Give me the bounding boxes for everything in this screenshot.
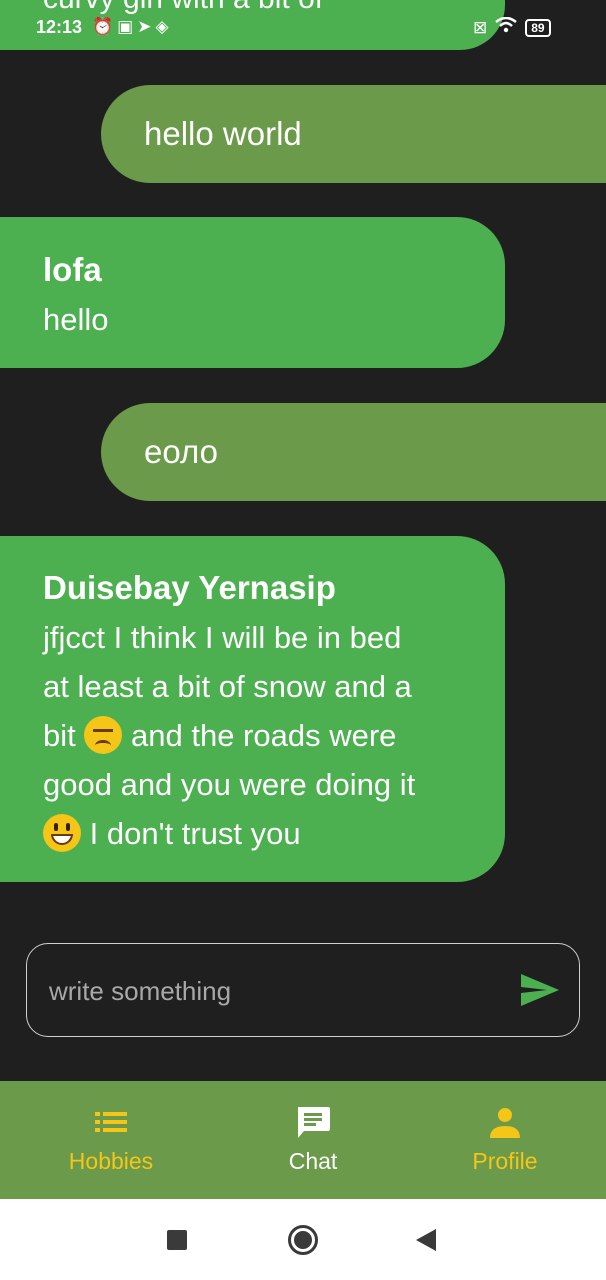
message-bubble-incoming: Duisebay Yernasip jfjcct I think I will … <box>0 536 505 882</box>
message-composer <box>26 943 580 1038</box>
app-notification-icon: ▣ <box>117 17 138 36</box>
bottom-navigation: Hobbies Chat Profile <box>0 1081 606 1199</box>
message-line: jfjcct I think I will be in bed <box>43 620 402 655</box>
layers-icon: ◈ <box>155 17 173 36</box>
wifi-icon <box>495 16 518 38</box>
back-triangle-icon[interactable] <box>416 1229 436 1251</box>
message-fragment: I don't trust you <box>89 816 301 851</box>
system-navigation-bar <box>0 1199 606 1280</box>
message-line: bit and the roads were <box>43 711 465 760</box>
message-text: hello world <box>144 115 302 152</box>
alarm-off-icon: ⏰ <box>92 17 118 36</box>
nav-label-hobbies: Hobbies <box>68 1148 154 1174</box>
message-sender: lofa <box>43 251 102 288</box>
recents-square-icon[interactable] <box>167 1230 187 1250</box>
message-fragment: and the roads were <box>131 718 397 753</box>
message-bubble-outgoing: hello world <box>101 85 606 183</box>
message-text: еоло <box>144 433 218 470</box>
status-icons-right: ⊠ 89 <box>473 16 551 38</box>
sim-off-icon: ⊠ <box>473 17 488 37</box>
message-text: curvy girl with a bit of <box>43 0 323 16</box>
nav-item-hobbies[interactable]: Hobbies <box>10 1081 212 1199</box>
message-text: jfjcct I think I will be in bed at least… <box>43 613 465 858</box>
grinning-face-emoji-icon <box>43 814 81 852</box>
message-bubble-outgoing: еоло <box>101 403 606 501</box>
disappointed-face-emoji-icon <box>84 716 123 754</box>
message-line: at least a bit of snow and a <box>43 669 412 704</box>
message-line: I don't trust you <box>43 809 465 858</box>
person-icon <box>490 1108 520 1138</box>
nav-item-profile[interactable]: Profile <box>404 1081 606 1199</box>
chat-icon <box>298 1107 330 1138</box>
nav-label-profile: Profile <box>472 1148 538 1174</box>
telegram-icon: ➤ <box>137 17 156 36</box>
status-icons-left: ⏰▣➤◈ <box>92 17 173 37</box>
status-time: 12:13 <box>36 17 83 37</box>
send-icon[interactable] <box>521 974 559 1006</box>
message-bubble-incoming: lofa hello <box>0 217 505 368</box>
battery-indicator: 89 <box>525 18 551 37</box>
message-input[interactable] <box>47 944 511 1038</box>
list-icon <box>95 1112 127 1132</box>
message-fragment: bit <box>43 718 76 753</box>
message-sender: Duisebay Yernasip <box>43 569 336 606</box>
message-line: good and you were doing it <box>43 767 416 802</box>
nav-label-chat: Chat <box>288 1148 338 1174</box>
home-circle-icon[interactable] <box>287 1224 319 1256</box>
nav-item-chat[interactable]: Chat <box>212 1081 414 1199</box>
message-text: hello <box>43 302 109 337</box>
